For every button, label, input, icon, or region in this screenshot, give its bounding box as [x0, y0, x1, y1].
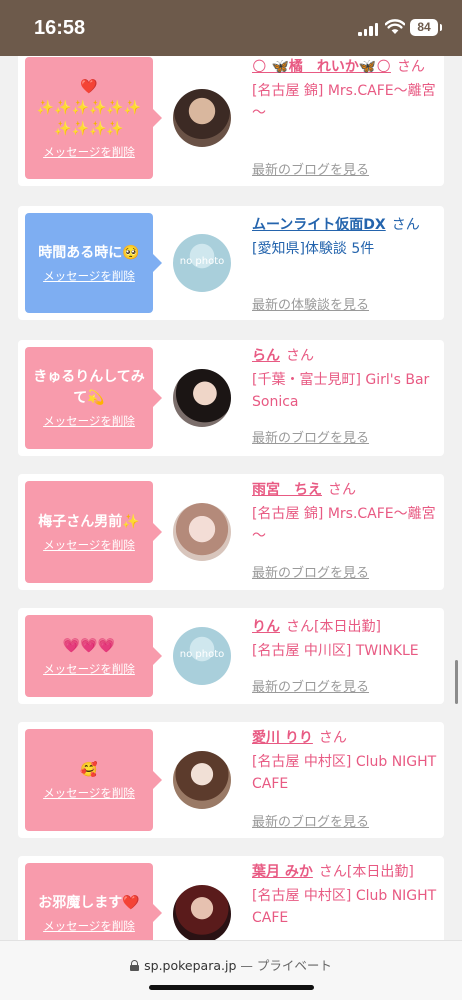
no-photo-label: no photo [179, 649, 225, 660]
avatar[interactable] [173, 503, 231, 561]
message-card: 🥰 メッセージを削除 愛川 りり さん [名古屋 中村区] Club NIGHT … [18, 722, 444, 838]
honorific: さん [318, 864, 347, 880]
honorific: さん [286, 619, 314, 635]
message-bubble: ❤️ ✨✨✨✨✨✨ ✨✨✨✨ メッセージを削除 [25, 57, 162, 179]
separator: — [240, 958, 253, 973]
message-list[interactable]: ❤️ ✨✨✨✨✨✨ ✨✨✨✨ メッセージを削除 🌕 🦋橘 れいか🦋🌕 さん [名古… [0, 56, 462, 940]
message-line: ✨✨✨✨ [54, 120, 124, 137]
shop-location: [名古屋 中村区] Club NIGHT CAFE [252, 888, 437, 926]
message-line: ❤️ [80, 78, 98, 95]
message-text: 💗💗💗 [62, 637, 116, 654]
message-text: 🥰 [80, 761, 98, 778]
cellular-signal-icon [358, 22, 378, 36]
delete-message-link[interactable]: メッセージを削除 [43, 661, 135, 677]
delete-message-link[interactable]: メッセージを削除 [43, 268, 135, 284]
private-mode-label: プライベート [256, 958, 332, 973]
domain-label: sp.pokepara.jp [144, 958, 237, 973]
profile-info: ムーンライト仮面DX さん [愛知県]体験談 5件 [252, 216, 438, 260]
message-card: お邪魔します❤️ メッセージを削除 葉月 みか さん[本日出勤] [名古屋 中村区… [18, 856, 444, 940]
working-today-badge: [本日出勤] [314, 619, 381, 635]
lock-icon [130, 960, 140, 971]
avatar[interactable] [173, 89, 231, 147]
message-text: 梅子さん男前✨ [38, 513, 140, 530]
avatar-no-photo[interactable]: no photo [173, 234, 231, 292]
avatar[interactable] [173, 751, 231, 809]
profile-name-link[interactable]: 🌕 🦋橘 れいか🦋🌕 [252, 59, 391, 75]
message-card: ❤️ ✨✨✨✨✨✨ ✨✨✨✨ メッセージを削除 🌕 🦋橘 れいか🦋🌕 さん [名古… [18, 56, 444, 186]
shop-location: [名古屋 中川区] TWINKLE [252, 643, 419, 659]
no-photo-label: no photo [179, 256, 225, 267]
delete-message-link[interactable]: メッセージを削除 [43, 918, 135, 934]
avatar-no-photo[interactable]: no photo [173, 627, 231, 685]
message-card: 梅子さん男前✨ メッセージを削除 雨宮 ちえ さん [名古屋 錦] Mrs.CAF… [18, 474, 444, 590]
profile-info: りん さん[本日出勤] [名古屋 中川区] TWINKLE [252, 618, 438, 662]
latest-blog-link[interactable]: 最新のブログを見る [252, 676, 369, 695]
working-today-badge: [本日出勤] [346, 864, 414, 880]
shop-location: [名古屋 錦] Mrs.CAFE～離宮～ [252, 83, 436, 121]
scrollbar[interactable] [455, 660, 458, 704]
profile-info: 雨宮 ちえ さん [名古屋 錦] Mrs.CAFE～離宮～ [252, 481, 438, 547]
delete-message-link[interactable]: メッセージを削除 [43, 537, 135, 553]
message-card: きゅるりんしてみて💫 メッセージを削除 らん さん [千葉・富士見町] Girl'… [18, 340, 444, 456]
profile-info: 愛川 りり さん [名古屋 中村区] Club NIGHT CAFE [252, 729, 438, 795]
profile-name-link[interactable]: 愛川 りり [252, 730, 313, 746]
latest-blog-link[interactable]: 最新のブログを見る [252, 811, 369, 830]
message-bubble: きゅるりんしてみて💫 メッセージを削除 [25, 347, 162, 449]
avatar[interactable] [173, 369, 231, 427]
honorific: さん [391, 217, 420, 233]
status-bar: 16:58 84 [0, 0, 462, 56]
honorific: さん [396, 59, 425, 75]
shop-location: [名古屋 中村区] Club NIGHT CAFE [252, 754, 437, 792]
message-text: ❤️ ✨✨✨✨✨✨ ✨✨✨✨ [31, 77, 148, 140]
profile-name-link[interactable]: らん [252, 348, 280, 364]
status-time: 16:58 [34, 17, 86, 39]
message-card: 💗💗💗 メッセージを削除 no photo りん さん[本日出勤] [名古屋 中川… [18, 608, 444, 704]
honorific: さん [318, 730, 347, 746]
review-count: [愛知県]体験談 5件 [252, 241, 375, 257]
message-bubble: 梅子さん男前✨ メッセージを削除 [25, 481, 162, 583]
profile-info: 葉月 みか さん[本日出勤] [名古屋 中村区] Club NIGHT CAFE [252, 863, 438, 929]
message-text: きゅるりんしてみて💫 [33, 369, 145, 406]
message-bubble: お邪魔します❤️ メッセージを削除 [25, 863, 162, 940]
shop-location: [名古屋 錦] Mrs.CAFE～離宮～ [252, 506, 436, 544]
honorific: さん [328, 482, 356, 498]
delete-message-link[interactable]: メッセージを削除 [43, 144, 135, 160]
message-text: お邪魔します❤️ [38, 894, 140, 911]
profile-name-link[interactable]: 葉月 みか [252, 864, 313, 880]
message-bubble: 🥰 メッセージを削除 [25, 729, 162, 831]
home-indicator[interactable] [149, 985, 314, 990]
profile-info: 🌕 🦋橘 れいか🦋🌕 さん [名古屋 錦] Mrs.CAFE～離宮～ [252, 58, 438, 124]
shop-location: [千葉・富士見町] Girl's Bar Sonica [252, 372, 430, 410]
profile-info: らん さん [千葉・富士見町] Girl's Bar Sonica [252, 347, 438, 413]
battery-indicator: 84 [410, 19, 442, 36]
delete-message-link[interactable]: メッセージを削除 [43, 785, 135, 801]
latest-blog-link[interactable]: 最新のブログを見る [252, 159, 369, 178]
message-line: ✨✨✨✨✨✨ [36, 99, 142, 116]
profile-name-link[interactable]: 雨宮 ちえ [252, 482, 322, 498]
url-row[interactable]: sp.pokepara.jp — プライベート [0, 955, 462, 974]
latest-blog-link[interactable]: 最新のブログを見る [252, 562, 369, 581]
delete-message-link[interactable]: メッセージを削除 [43, 413, 135, 429]
latest-review-link[interactable]: 最新の体験談を見る [252, 294, 369, 313]
profile-name-link[interactable]: ムーンライト仮面DX [252, 217, 386, 233]
profile-name-link[interactable]: りん [252, 619, 280, 635]
message-bubble: 💗💗💗 メッセージを削除 [25, 615, 162, 697]
message-bubble: 時間ある時に🥺 メッセージを削除 [25, 213, 162, 313]
browser-address-bar[interactable]: sp.pokepara.jp — プライベート [0, 940, 462, 1000]
message-card: 時間ある時に🥺 メッセージを削除 no photo ムーンライト仮面DX さん [… [18, 206, 444, 320]
avatar[interactable] [173, 885, 231, 940]
wifi-icon [385, 19, 405, 34]
message-text: 時間ある時に🥺 [38, 244, 140, 261]
honorific: さん [286, 348, 314, 364]
latest-blog-link[interactable]: 最新のブログを見る [252, 427, 369, 446]
